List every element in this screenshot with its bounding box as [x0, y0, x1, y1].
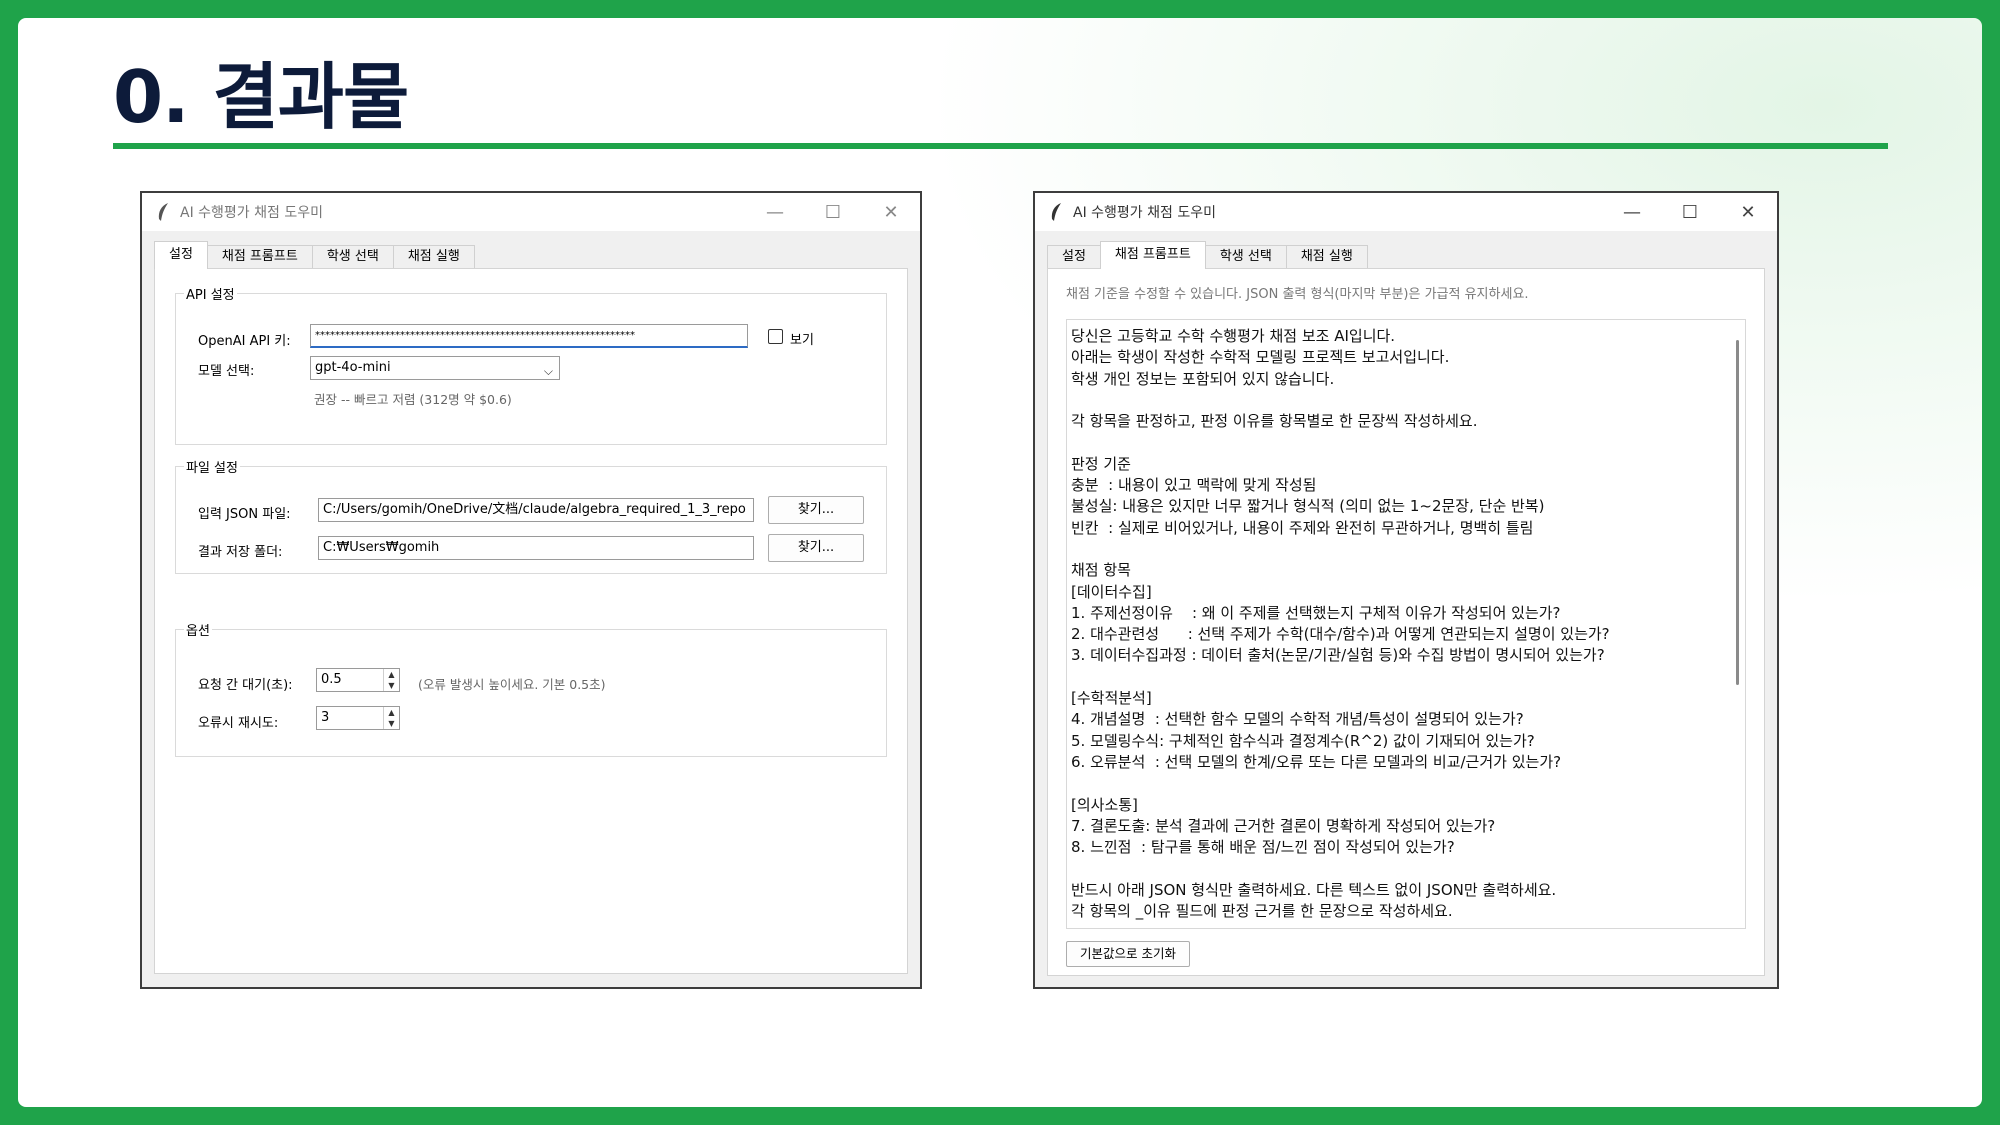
prompt-line: 6. 오류분석 : 선택 모델의 한계/오류 또는 다른 모델과의 비교/근거가…	[1071, 752, 1562, 771]
tab-prompt[interactable]: 채점 프롬프트	[1099, 241, 1206, 269]
api-settings-group: API 설정 OpenAI API 키: *******************…	[175, 284, 887, 445]
maximize-icon[interactable]: ☐	[804, 193, 862, 231]
tab-bar: 설정 채점 프롬프트 학생 선택 채점 실행	[1047, 241, 1368, 269]
tab-student-select[interactable]: 학생 선택	[1204, 245, 1287, 269]
model-label: 모델 선택:	[198, 364, 255, 379]
prompt-line: [의사소통]	[1071, 795, 1138, 814]
prompt-line	[1071, 390, 1610, 411]
prompt-editor[interactable]: 당신은 고등학교 수학 수행평가 채점 보조 AI입니다. 아래는 학생이 작성한…	[1066, 319, 1746, 929]
feather-icon	[1045, 201, 1067, 223]
model-select-value: gpt-4o-mini	[315, 360, 391, 375]
spin-arrows-icon[interactable]: ▲ ▼	[383, 669, 399, 691]
minimize-icon[interactable]: —	[1603, 193, 1661, 231]
prompt-line: 반드시 아래 JSON 형식만 출력하세요. 다른 텍스트 없이 JSON만 출…	[1071, 880, 1557, 899]
prompt-line: [수학적분석]	[1071, 689, 1152, 708]
maximize-icon[interactable]: ☐	[1661, 193, 1719, 231]
group-label: 파일 설정	[184, 457, 240, 476]
prompt-line: 5. 모델링수식: 구체적인 함수식과 결정계수(R^2) 값이 기재되어 있는…	[1071, 731, 1535, 750]
prompt-line: 2. 대수관련성 : 선택 주제가 수학(대수/함수)과 어떻게 연관되는지 설…	[1071, 625, 1610, 644]
tab-settings[interactable]: 설정	[154, 241, 208, 269]
retry-spinbox[interactable]: 3 ▲ ▼	[316, 706, 400, 730]
close-icon[interactable]: ✕	[1719, 193, 1777, 231]
slide: 0. 결과물 AI 수행평가 채점 도우미 — ☐ ✕ 설정 채점 프롬프트 학…	[18, 18, 1982, 1107]
prompt-line: 판정 기준	[1071, 454, 1131, 473]
slide-title: 0. 결과물	[113, 55, 409, 139]
output-folder-label: 결과 저장 폴더:	[198, 545, 283, 560]
prompt-line	[1071, 858, 1610, 879]
retry-label: 오류시 재시도:	[198, 716, 279, 731]
tab-student-select[interactable]: 학생 선택	[311, 245, 394, 269]
prompt-window: AI 수행평가 채점 도우미 — ☐ ✕ 설정 채점 프롬프트 학생 선택 채점…	[1033, 191, 1779, 989]
prompt-line: 7. 결론도출: 분석 결과에 근거한 결론이 명확하게 작성되어 있는가?	[1071, 816, 1496, 835]
window-titlebar[interactable]: AI 수행평가 채점 도우미 — ☐ ✕	[142, 193, 920, 231]
minimize-icon[interactable]: —	[746, 193, 804, 231]
api-key-field[interactable]: ****************************************…	[310, 324, 748, 348]
settings-panel: API 설정 OpenAI API 키: *******************…	[154, 268, 908, 974]
file-settings-group: 파일 설정 입력 JSON 파일: C:/Users/gomih/OneDriv…	[175, 457, 887, 574]
group-label: 옵션	[184, 620, 212, 639]
prompt-line: [데이터수집]	[1071, 582, 1152, 601]
tab-bar: 설정 채점 프롬프트 학생 선택 채점 실행	[154, 241, 475, 269]
prompt-hint: 채점 기준을 수정할 수 있습니다. JSON 출력 형식(마지막 부분)은 가…	[1066, 287, 1529, 302]
prompt-line: 빈칸 : 실제로 비어있거나, 내용이 주제와 완전히 무관하거나, 명백히 틀…	[1071, 518, 1534, 537]
prompt-line: 각 항목을 판정하고, 판정 이유를 항목별로 한 문장씩 작성하세요.	[1071, 412, 1478, 431]
output-folder-field[interactable]: C:₩Users₩gomih	[318, 536, 754, 560]
prompt-line	[1071, 432, 1610, 453]
prompt-line: 3. 데이터수집과정 : 데이터 출처(논문/기관/실험 등)와 수집 방법이 …	[1071, 646, 1605, 665]
tab-settings[interactable]: 설정	[1047, 245, 1101, 269]
delay-value: 0.5	[321, 672, 342, 687]
delay-hint: (오류 발생시 높이세요. 기본 0.5초)	[418, 677, 606, 692]
input-json-field[interactable]: C:/Users/gomih/OneDrive/文档/claude/algebr…	[318, 498, 754, 522]
input-json-label: 입력 JSON 파일:	[198, 507, 291, 522]
show-key-label: 보기	[790, 333, 814, 348]
api-key-label: OpenAI API 키:	[198, 334, 291, 349]
prompt-line: 당신은 고등학교 수학 수행평가 채점 보조 AI입니다.	[1071, 327, 1396, 345]
title-divider	[113, 143, 1888, 149]
prompt-line	[1071, 539, 1610, 560]
prompt-text: 당신은 고등학교 수학 수행평가 채점 보조 AI입니다. 아래는 학생이 작성한…	[1071, 326, 1610, 922]
tab-run-grading[interactable]: 채점 실행	[1285, 245, 1368, 269]
spin-arrows-icon[interactable]: ▲ ▼	[383, 707, 399, 729]
editor-scrollbar[interactable]	[1736, 340, 1739, 685]
feather-icon	[152, 201, 174, 223]
prompt-line: 채점 항목	[1071, 561, 1131, 580]
reset-defaults-button[interactable]: 기본값으로 초기화	[1066, 941, 1190, 967]
browse-output-button[interactable]: 찾기...	[768, 534, 864, 562]
prompt-line: 불성실: 내용은 있지만 너무 짧거나 형식적 (의미 없는 1~2문장, 단순…	[1071, 497, 1545, 516]
window-title: AI 수행평가 채점 도우미	[180, 205, 323, 221]
show-key-checkbox[interactable]	[768, 329, 783, 344]
browse-input-button[interactable]: 찾기...	[768, 496, 864, 524]
delay-label: 요청 간 대기(초):	[198, 678, 293, 693]
prompt-line: 아래는 학생이 작성한 수학적 모델링 프로젝트 보고서입니다.	[1071, 348, 1450, 367]
delay-spinbox[interactable]: 0.5 ▲ ▼	[316, 668, 400, 692]
model-select[interactable]: gpt-4o-mini ⌵	[310, 356, 560, 380]
close-icon[interactable]: ✕	[862, 193, 920, 231]
model-hint: 권장 -- 빠르고 저렴 (312명 약 $0.6)	[314, 392, 512, 407]
tab-run-grading[interactable]: 채점 실행	[392, 245, 475, 269]
prompt-line	[1071, 667, 1610, 688]
tab-prompt[interactable]: 채점 프롬프트	[206, 245, 313, 269]
prompt-line: 충분 : 내용이 있고 맥락에 맞게 작성됨	[1071, 476, 1317, 495]
window-titlebar[interactable]: AI 수행평가 채점 도우미 — ☐ ✕	[1035, 193, 1777, 231]
prompt-panel: 채점 기준을 수정할 수 있습니다. JSON 출력 형식(마지막 부분)은 가…	[1047, 268, 1765, 976]
settings-window: AI 수행평가 채점 도우미 — ☐ ✕ 설정 채점 프롬프트 학생 선택 채점…	[140, 191, 922, 989]
prompt-line: 1. 주제선정이유 : 왜 이 주제를 선택했는지 구체적 이유가 작성되어 있…	[1071, 603, 1561, 622]
prompt-line: 4. 개념설명 : 선택한 함수 모델의 수학적 개념/특성이 설명되어 있는가…	[1071, 710, 1524, 729]
prompt-line: 학생 개인 정보는 포함되어 있지 않습니다.	[1071, 369, 1335, 388]
retry-value: 3	[321, 710, 330, 725]
group-label: API 설정	[184, 284, 237, 303]
options-group: 옵션 요청 간 대기(초): 0.5 ▲ ▼ (오류 발생시 높이세요. 기본 0…	[175, 620, 887, 757]
chevron-down-icon: ⌵	[543, 364, 553, 378]
window-title: AI 수행평가 채점 도우미	[1073, 205, 1216, 221]
prompt-line	[1071, 773, 1610, 794]
prompt-line: 8. 느낀점 : 탐구를 통해 배운 점/느낀 점이 작성되어 있는가?	[1071, 838, 1455, 857]
prompt-line: 각 항목의 _이유 필드에 판정 근거를 한 문장으로 작성하세요.	[1071, 902, 1453, 921]
